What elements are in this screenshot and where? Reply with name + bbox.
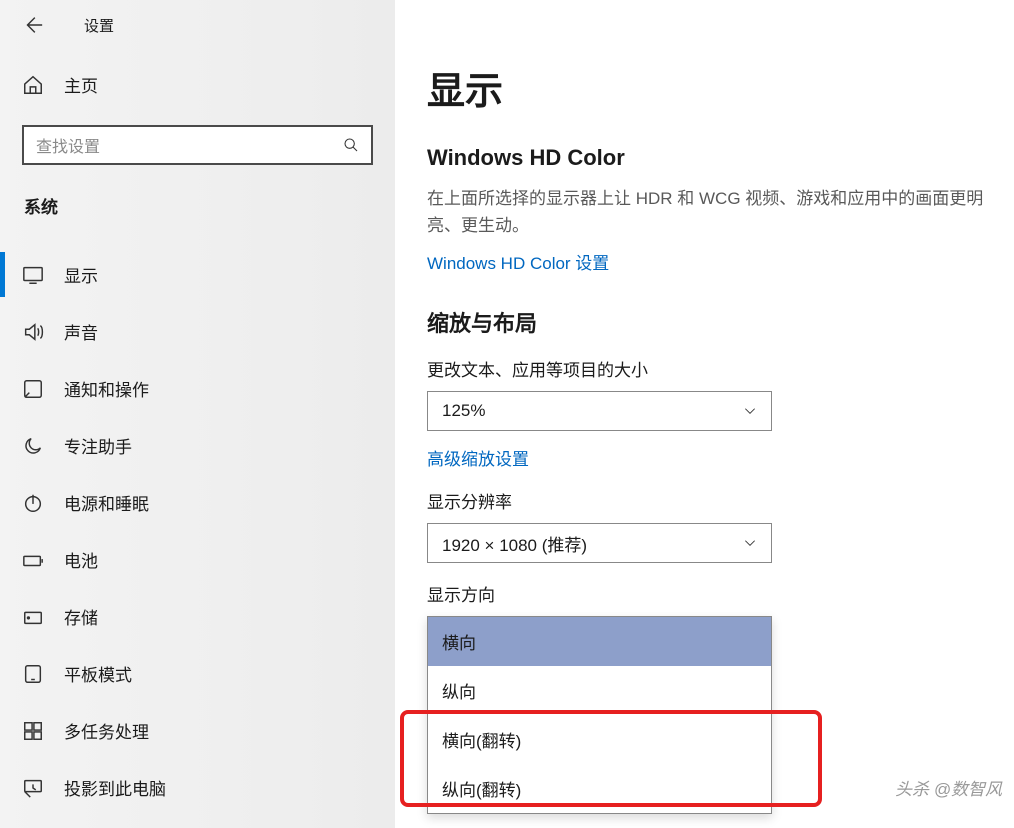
- sidebar-item-label: 电源和睡眠: [64, 490, 149, 515]
- orientation-option-portrait[interactable]: 纵向: [428, 666, 771, 715]
- home-label: 主页: [64, 72, 98, 97]
- sidebar-item-label: 显示: [64, 262, 98, 287]
- hd-color-desc: 在上面所选择的显示器上让 HDR 和 WCG 视频、游戏和应用中的画面更明亮、更…: [427, 185, 990, 239]
- orientation-option-landscape[interactable]: 横向: [428, 617, 771, 666]
- multitask-icon: [22, 720, 44, 742]
- hd-color-heading: Windows HD Color: [427, 145, 990, 171]
- resolution-dropdown[interactable]: 1920 × 1080 (推荐): [427, 523, 772, 563]
- nav-list: 显示 声音 通知和操作 专注助手 电源和睡眠 电池 存储 平板模式: [0, 246, 395, 816]
- power-icon: [22, 492, 44, 514]
- sidebar-item-sound[interactable]: 声音: [0, 303, 395, 360]
- sidebar-item-tablet[interactable]: 平板模式: [0, 645, 395, 702]
- scale-heading: 缩放与布局: [427, 306, 990, 338]
- back-button[interactable]: [22, 14, 44, 36]
- arrow-left-icon: [22, 14, 44, 36]
- text-size-value: 125%: [442, 401, 485, 421]
- moon-icon: [22, 435, 44, 457]
- sidebar-item-label: 电池: [64, 547, 98, 572]
- watermark-text: 头杀 @数智风: [895, 775, 1002, 800]
- sidebar-item-label: 投影到此电脑: [64, 775, 166, 800]
- sidebar-item-label: 专注助手: [64, 433, 132, 458]
- sidebar-item-display[interactable]: 显示: [0, 246, 395, 303]
- project-icon: [22, 777, 44, 799]
- storage-icon: [22, 606, 44, 628]
- battery-icon: [22, 549, 44, 571]
- chevron-down-icon: [743, 536, 757, 550]
- search-icon: [343, 137, 359, 153]
- text-size-label: 更改文本、应用等项目的大小: [427, 356, 990, 381]
- sidebar-item-storage[interactable]: 存储: [0, 588, 395, 645]
- search-input[interactable]: 查找设置: [22, 125, 373, 165]
- window-title: 设置: [84, 15, 114, 36]
- orientation-option-portrait-flipped[interactable]: 纵向(翻转): [428, 764, 771, 813]
- text-size-dropdown[interactable]: 125%: [427, 391, 772, 431]
- chevron-down-icon: [743, 404, 757, 418]
- sidebar-item-battery[interactable]: 电池: [0, 531, 395, 588]
- resolution-value: 1920 × 1080 (推荐): [442, 531, 587, 556]
- sidebar-item-notifications[interactable]: 通知和操作: [0, 360, 395, 417]
- hd-color-link[interactable]: Windows HD Color 设置: [427, 254, 609, 273]
- sidebar-item-power[interactable]: 电源和睡眠: [0, 474, 395, 531]
- search-placeholder: 查找设置: [36, 133, 333, 157]
- tablet-icon: [22, 663, 44, 685]
- home-icon: [22, 74, 44, 96]
- sound-icon: [22, 321, 44, 343]
- sidebar-item-label: 存储: [64, 604, 98, 629]
- sidebar-item-label: 平板模式: [64, 661, 132, 686]
- notification-icon: [22, 378, 44, 400]
- sidebar-item-label: 通知和操作: [64, 376, 149, 401]
- resolution-label: 显示分辨率: [427, 488, 990, 513]
- monitor-icon: [22, 264, 44, 286]
- sidebar-item-project[interactable]: 投影到此电脑: [0, 759, 395, 816]
- orientation-option-landscape-flipped[interactable]: 横向(翻转): [428, 715, 771, 764]
- sidebar-item-focus[interactable]: 专注助手: [0, 417, 395, 474]
- orientation-dropdown-open[interactable]: 横向 纵向 横向(翻转) 纵向(翻转): [427, 616, 772, 814]
- page-title: 显示: [427, 60, 990, 115]
- orientation-label: 显示方向: [427, 581, 990, 606]
- advanced-scale-link[interactable]: 高级缩放设置: [427, 445, 529, 470]
- sidebar-section-title: 系统: [0, 165, 395, 226]
- sidebar-item-multitask[interactable]: 多任务处理: [0, 702, 395, 759]
- home-link[interactable]: 主页: [0, 62, 395, 107]
- sidebar-item-label: 多任务处理: [64, 718, 149, 743]
- sidebar-item-label: 声音: [64, 319, 98, 344]
